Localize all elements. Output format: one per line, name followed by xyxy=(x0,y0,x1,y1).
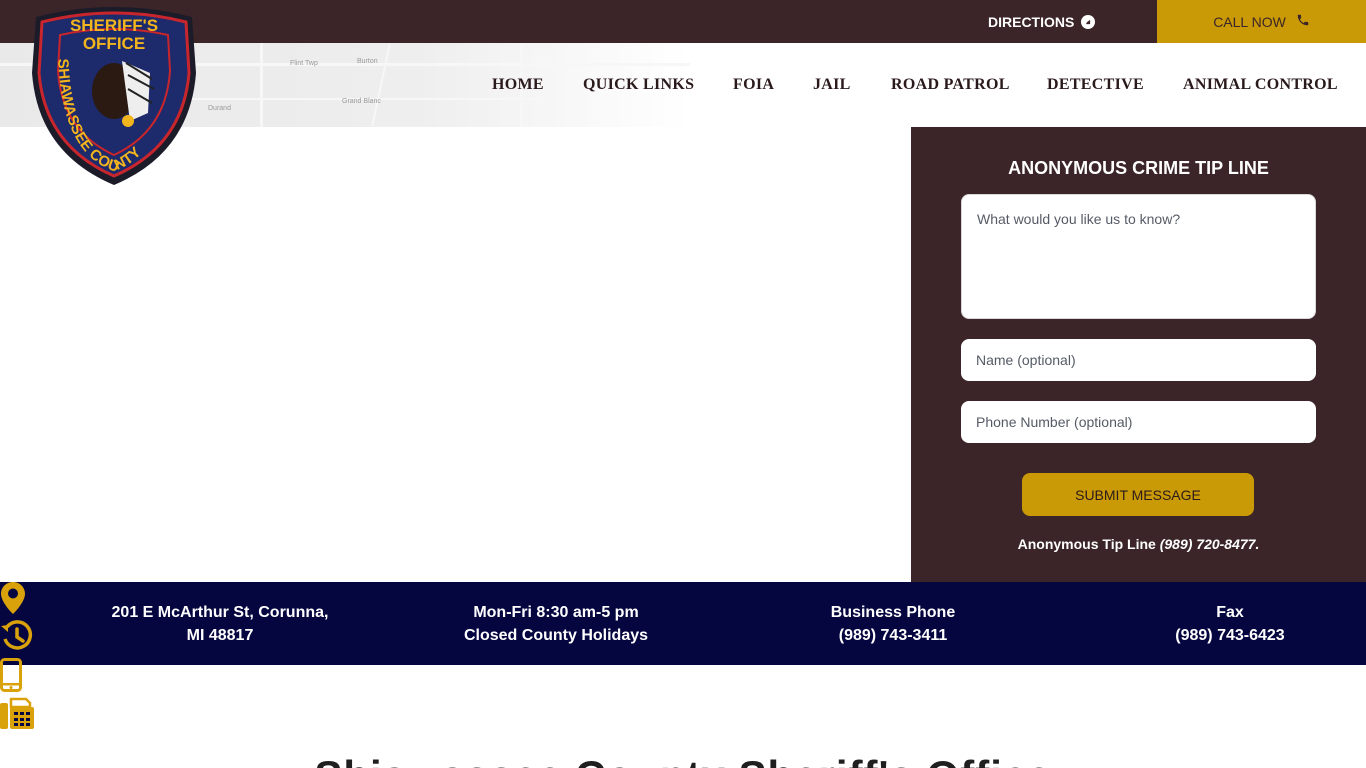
nav-item-animal-control[interactable]: ANIMAL CONTROL xyxy=(1183,76,1338,94)
tip-name-input[interactable] xyxy=(961,339,1316,381)
contact-info-bar: 201 E McArthur St, Corunna, MI 48817 Mon… xyxy=(0,582,1366,729)
hours-info: Mon-Fri 8:30 am-5 pm Closed County Holid… xyxy=(446,582,666,665)
header: Flint Twp Burton Grand Blanc Durand HOME… xyxy=(0,43,1366,127)
business-phone-number[interactable]: (989) 743-3411 xyxy=(803,624,983,647)
phone-icon xyxy=(1296,13,1310,30)
anonymous-tip-panel: ANONYMOUS CRIME TIP LINE SUBMIT MESSAGE … xyxy=(911,127,1366,582)
nav-item-road-patrol[interactable]: ROAD PATROL xyxy=(891,76,1010,94)
nav-item-quick-links[interactable]: QUICK LINKS xyxy=(583,76,694,94)
tip-panel-title: ANONYMOUS CRIME TIP LINE xyxy=(1008,158,1269,178)
page: DIRECTIONS CALL NOW Flint Twp Burton Gra… xyxy=(0,0,1366,768)
map-label: Flint Twp xyxy=(290,60,318,67)
map-label: Burton xyxy=(357,58,378,65)
address-line2: MI 48817 xyxy=(186,626,254,644)
business-phone-label: Business Phone xyxy=(830,603,956,621)
nav-item-jail[interactable]: JAIL xyxy=(813,76,851,94)
fax-label: Fax xyxy=(1216,603,1244,621)
call-now-button[interactable]: CALL NOW xyxy=(1157,0,1366,43)
directions-label: DIRECTIONS xyxy=(988,13,1075,30)
tip-phone-input[interactable] xyxy=(961,401,1316,443)
hours-line1: Mon-Fri 8:30 am-5 pm xyxy=(473,603,639,621)
tip-line-footer: Anonymous Tip Line (989) 720-8477. xyxy=(911,536,1366,552)
compass-icon xyxy=(1081,14,1096,29)
submit-message-button[interactable]: SUBMIT MESSAGE xyxy=(1022,473,1254,516)
sheriff-badge-logo[interactable]: SHERIFF'S OFFICE SHIAWASSEE COUNTY xyxy=(30,3,198,187)
tip-line-label: Anonymous Tip Line xyxy=(1017,536,1156,552)
hours-line2: Closed County Holidays xyxy=(463,626,649,644)
fax-number: (989) 743-6423 xyxy=(1175,626,1285,644)
logo-text-office: OFFICE xyxy=(83,34,145,53)
nav-item-foia[interactable]: FOIA xyxy=(733,76,774,94)
map-label: Durand xyxy=(208,105,231,112)
address-info: 201 E McArthur St, Corunna, MI 48817 xyxy=(110,582,330,665)
business-phone-info: Business Phone (989) 743-3411 xyxy=(803,582,983,665)
nav-item-detective[interactable]: DETECTIVE xyxy=(1047,76,1144,94)
section-heading: Shiawassee County Sheriff's Office xyxy=(0,752,1366,768)
fax-icon xyxy=(0,697,1366,734)
nav-item-home[interactable]: HOME xyxy=(492,76,544,94)
top-bar: DIRECTIONS CALL NOW xyxy=(0,0,1366,43)
address-line1: 201 E McArthur St, Corunna, xyxy=(111,603,329,621)
tip-message-textarea[interactable] xyxy=(961,194,1316,319)
map-label: Grand Blanc xyxy=(342,98,381,105)
call-now-label: CALL NOW xyxy=(1213,13,1286,30)
directions-link[interactable]: DIRECTIONS xyxy=(988,0,1096,43)
tip-line-phone[interactable]: (989) 720-8477. xyxy=(1160,536,1260,552)
logo-text-top: SHERIFF'S xyxy=(70,16,158,35)
fax-info: Fax (989) 743-6423 xyxy=(1140,582,1320,665)
